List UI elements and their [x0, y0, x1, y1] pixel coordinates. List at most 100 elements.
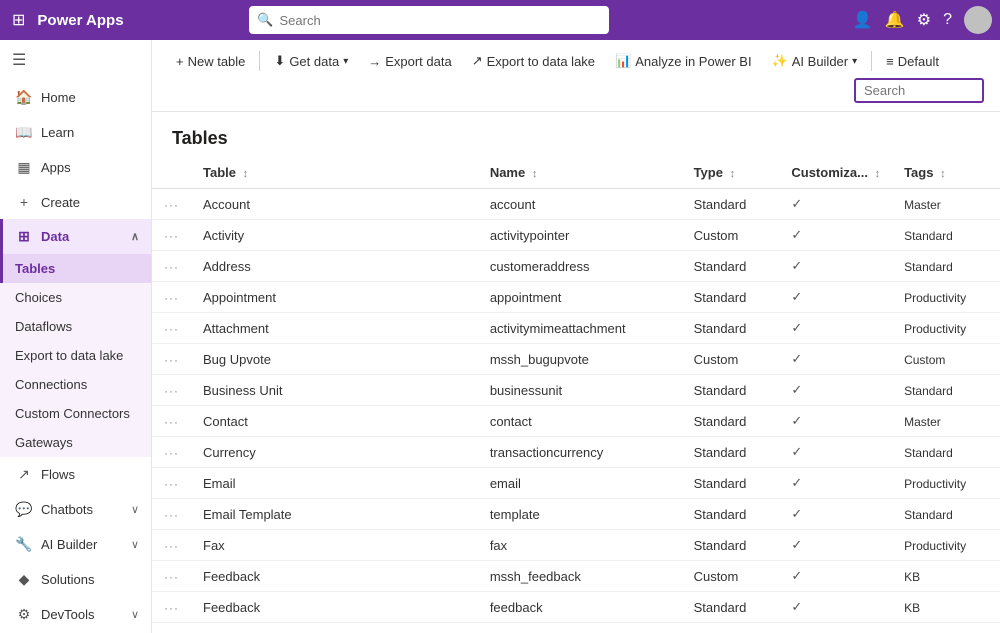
row-menu-dots[interactable]: ··· — [164, 291, 179, 305]
sidebar-item-apps[interactable]: ▦ Apps — [0, 150, 151, 185]
row-menu-dots[interactable]: ··· — [164, 601, 179, 615]
sort-table-icon[interactable]: ↕ — [243, 168, 249, 180]
col-header-customizable[interactable]: Customiza... ↕ — [779, 157, 892, 189]
export-to-data-lake-button[interactable]: ↗ Export to data lake — [464, 48, 603, 74]
sidebar-toggle[interactable]: ☰ — [0, 40, 151, 80]
table-row[interactable]: ··· Feedback mssh_feedback Custom ✓ KB — [152, 561, 1000, 592]
grid-icon[interactable]: ⊞ — [8, 6, 29, 34]
sidebar-item-dataflows[interactable]: Dataflows — [0, 312, 151, 341]
sidebar-item-flows[interactable]: ↗ Flows — [0, 457, 151, 492]
row-tags: Standard — [892, 499, 1000, 530]
app-logo: Power Apps — [37, 12, 123, 29]
choices-label: Choices — [15, 290, 62, 305]
row-menu-dots[interactable]: ··· — [164, 539, 179, 553]
sidebar-item-export-data-lake[interactable]: Export to data lake — [0, 341, 151, 370]
row-menu-dots[interactable]: ··· — [164, 477, 179, 491]
row-customizable: ✓ — [779, 437, 892, 468]
row-tags: Productivity — [892, 468, 1000, 499]
sidebar-label-flows: Flows — [41, 467, 75, 482]
check-icon: ✓ — [791, 599, 802, 614]
sidebar-item-create[interactable]: + Create — [0, 185, 151, 219]
table-row[interactable]: ··· Attachment activitymimeattachment St… — [152, 313, 1000, 344]
table-row[interactable]: ··· Contact contact Standard ✓ Master — [152, 406, 1000, 437]
check-icon: ✓ — [791, 227, 802, 242]
table-row[interactable]: ··· Bug Upvote mssh_bugupvote Custom ✓ C… — [152, 344, 1000, 375]
topbar-search-box[interactable]: 🔍 — [249, 6, 609, 34]
settings-icon[interactable]: ⚙ — [917, 10, 931, 30]
row-menu-dots[interactable]: ··· — [164, 508, 179, 522]
row-menu-dots[interactable]: ··· — [164, 384, 179, 398]
row-customizable: ✓ — [779, 530, 892, 561]
table-row[interactable]: ··· Knowledge Article knowledgearticle S… — [152, 623, 1000, 633]
table-area[interactable]: Table ↕ Name ↕ Type ↕ Customiza... — [152, 157, 1000, 633]
table-row[interactable]: ··· Address customeraddress Standard ✓ S… — [152, 251, 1000, 282]
toolbar-divider-2 — [871, 51, 872, 71]
sidebar-item-home[interactable]: 🏠 Home — [0, 80, 151, 115]
sort-tags-icon[interactable]: ↕ — [940, 168, 946, 180]
row-name: activitypointer — [478, 220, 682, 251]
new-table-button[interactable]: + New table — [168, 49, 253, 74]
sort-name-icon[interactable]: ↕ — [532, 168, 538, 180]
row-menu-dots[interactable]: ··· — [164, 446, 179, 460]
sidebar-item-solutions[interactable]: ◆ Solutions — [0, 562, 151, 597]
sidebar-item-learn[interactable]: 📖 Learn — [0, 115, 151, 150]
row-table-name: Bug Upvote — [191, 344, 478, 375]
sidebar-item-chatbots[interactable]: 💬 Chatbots ∨ — [0, 492, 151, 527]
row-customizable: ✓ — [779, 468, 892, 499]
sidebar-item-custom-connectors[interactable]: Custom Connectors — [0, 399, 151, 428]
row-type: Standard — [682, 499, 780, 530]
contact-icon[interactable]: 👤 — [853, 10, 873, 30]
row-menu-dots[interactable]: ··· — [164, 415, 179, 429]
export-lake-icon: ↗ — [472, 53, 483, 69]
sidebar-item-data[interactable]: ⊞ Data ∧ — [0, 219, 151, 254]
row-menu-dots[interactable]: ··· — [164, 353, 179, 367]
table-row[interactable]: ··· Feedback feedback Standard ✓ KB — [152, 592, 1000, 623]
row-name: appointment — [478, 282, 682, 313]
table-row[interactable]: ··· Currency transactioncurrency Standar… — [152, 437, 1000, 468]
avatar[interactable] — [964, 6, 992, 34]
check-icon: ✓ — [791, 413, 802, 428]
table-row[interactable]: ··· Email Template template Standard ✓ S… — [152, 499, 1000, 530]
sidebar-item-devtools[interactable]: ⚙ DevTools ∨ — [0, 597, 151, 632]
row-tags: KB — [892, 561, 1000, 592]
row-tags: Standard — [892, 437, 1000, 468]
row-table-name: Business Unit — [191, 375, 478, 406]
toolbar-search-input[interactable] — [854, 78, 984, 103]
get-data-button[interactable]: ⬇ Get data ▾ — [266, 48, 356, 74]
table-row[interactable]: ··· Appointment appointment Standard ✓ P… — [152, 282, 1000, 313]
sort-custom-icon[interactable]: ↕ — [875, 168, 881, 180]
search-input[interactable] — [280, 13, 602, 28]
help-icon[interactable]: ? — [943, 11, 952, 29]
sidebar-item-ai-builder[interactable]: 🔧 AI Builder ∨ — [0, 527, 151, 562]
col-header-table[interactable]: Table ↕ — [191, 157, 478, 189]
export-data-button[interactable]: → Export data — [360, 49, 460, 74]
col-header-tags[interactable]: Tags ↕ — [892, 157, 1000, 189]
row-name: mssh_bugupvote — [478, 344, 682, 375]
sidebar-item-gateways[interactable]: Gateways — [0, 428, 151, 457]
table-row[interactable]: ··· Business Unit businessunit Standard … — [152, 375, 1000, 406]
ai-builder-button[interactable]: ✨ AI Builder ▾ — [764, 48, 866, 74]
sort-type-icon[interactable]: ↕ — [730, 168, 736, 180]
row-menu-dots[interactable]: ··· — [164, 198, 179, 212]
sidebar-item-choices[interactable]: Choices — [0, 283, 151, 312]
row-menu-dots[interactable]: ··· — [164, 570, 179, 584]
row-menu-dots[interactable]: ··· — [164, 260, 179, 274]
col-header-name[interactable]: Name ↕ — [478, 157, 682, 189]
row-menu-dots[interactable]: ··· — [164, 229, 179, 243]
analyze-power-bi-button[interactable]: 📊 Analyze in Power BI — [607, 48, 760, 74]
sidebar-label-devtools: DevTools — [41, 607, 94, 622]
table-row[interactable]: ··· Fax fax Standard ✓ Productivity — [152, 530, 1000, 561]
row-name: mssh_feedback — [478, 561, 682, 592]
notifications-icon[interactable]: 🔔 — [885, 10, 905, 30]
row-name: contact — [478, 406, 682, 437]
check-icon: ✓ — [791, 537, 802, 552]
sidebar-item-tables[interactable]: Tables — [0, 254, 151, 283]
row-menu-dots[interactable]: ··· — [164, 322, 179, 336]
table-header-row: Table ↕ Name ↕ Type ↕ Customiza... — [152, 157, 1000, 189]
sidebar-item-connections[interactable]: Connections — [0, 370, 151, 399]
table-row[interactable]: ··· Email email Standard ✓ Productivity — [152, 468, 1000, 499]
table-row[interactable]: ··· Activity activitypointer Custom ✓ St… — [152, 220, 1000, 251]
col-header-type[interactable]: Type ↕ — [682, 157, 780, 189]
default-button[interactable]: ≡ Default — [878, 49, 947, 74]
table-row[interactable]: ··· Account account Standard ✓ Master — [152, 189, 1000, 220]
